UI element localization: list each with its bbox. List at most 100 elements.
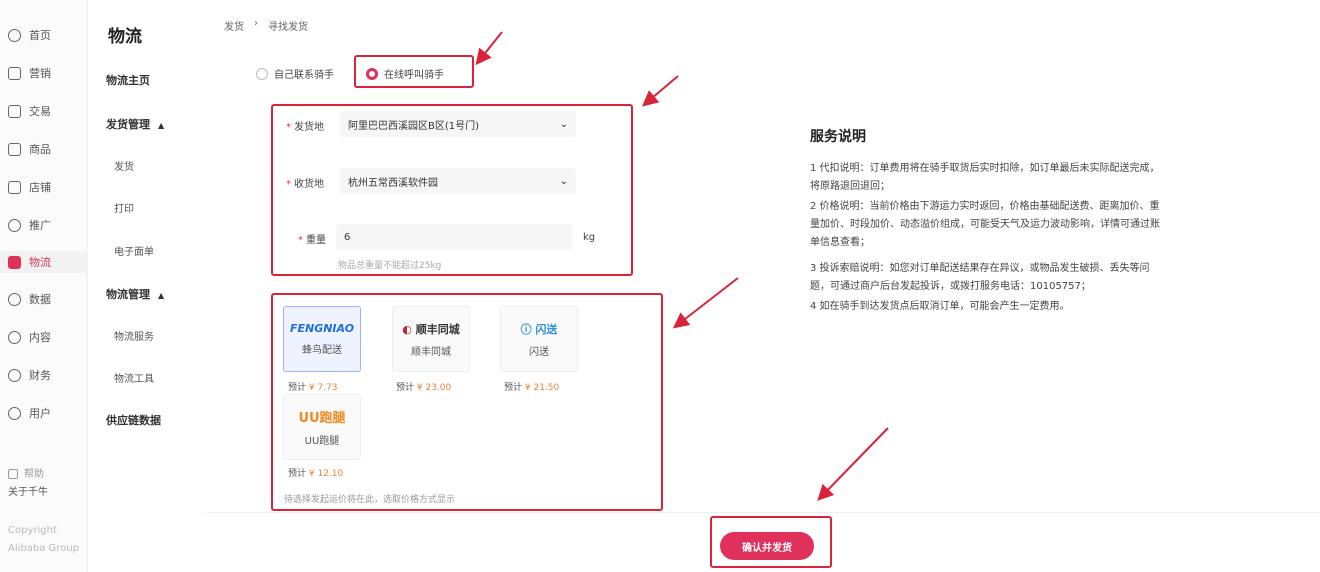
chevron-up-icon: ▲ bbox=[158, 291, 165, 300]
breadcrumb-separator: › bbox=[254, 18, 258, 29]
content-icon bbox=[8, 330, 21, 344]
nav2-supply-chain[interactable]: 供应链数据 bbox=[106, 412, 161, 428]
finance-icon bbox=[8, 368, 21, 382]
chevron-down-icon: ⌄ bbox=[559, 118, 568, 130]
nav2-logistics-home[interactable]: 物流主页 bbox=[106, 72, 150, 88]
primary-nav: 首页 营销 交易 商品 店铺 推广 物流 数据 内容 财务 用户 帮助 关于千牛… bbox=[0, 0, 88, 572]
courier-card-fengniao[interactable]: FENGNIAO 蜂鸟配送 bbox=[283, 306, 361, 372]
nav-item-user[interactable]: 用户 bbox=[8, 402, 84, 424]
nav-label: 物流 bbox=[29, 256, 51, 269]
nav-label: 首页 bbox=[29, 29, 51, 42]
service-line: 题，可通过商户后台发起投诉，或拨打服务电话：10105757； bbox=[810, 281, 1091, 292]
service-line: 4 如在骑手到达发货点后取消订单，可能会产生一定费用。 bbox=[810, 301, 1070, 312]
to-address-value: 杭州五常西溪软件园 bbox=[348, 177, 438, 189]
help-link[interactable]: 帮助 bbox=[8, 468, 44, 482]
promo-icon bbox=[8, 218, 21, 232]
from-address-select[interactable]: 阿里巴巴西溪园区B区(1号门) ⌄ bbox=[340, 111, 576, 137]
nav-item-home[interactable]: 首页 bbox=[8, 24, 84, 46]
confirm-ship-button[interactable]: 确认并发货 bbox=[720, 532, 814, 560]
breadcrumb: 发货 › 寻找发货 bbox=[224, 18, 308, 33]
nav2-print[interactable]: 打印 bbox=[114, 200, 134, 215]
courier-name: UU跑腿 bbox=[304, 436, 340, 447]
courier-name: 顺丰同城 bbox=[411, 346, 451, 358]
order-icon bbox=[8, 104, 21, 118]
breadcrumb-root[interactable]: 发货 bbox=[224, 18, 244, 33]
courier-card-sf[interactable]: ◐ 顺丰同城 顺丰同城 bbox=[392, 306, 470, 372]
nav-item-data[interactable]: 数据 bbox=[8, 288, 84, 310]
weight-hint: 物品总重量不能超过25kg bbox=[338, 261, 442, 271]
nav2-logistics-group[interactable]: 物流管理 ▲ bbox=[106, 286, 164, 302]
about-link[interactable]: 关于千牛 bbox=[8, 486, 48, 500]
service-line: 1 代扣说明：订单费用将在骑手取货后实时扣除，如订单最后未实际配送完成， bbox=[810, 163, 1160, 174]
data-icon bbox=[8, 292, 21, 306]
nav2-title: 物流 bbox=[108, 27, 142, 47]
nav-label: 店铺 bbox=[29, 181, 51, 194]
goods-icon bbox=[8, 142, 21, 156]
nav-item-goods[interactable]: 商品 bbox=[8, 138, 84, 160]
secondary-nav: 物流 物流主页 发货管理 ▲ 发货 打印 电子面单 物流管理 ▲ 物流服务 物流工具… bbox=[88, 0, 206, 572]
radio-selected-icon bbox=[366, 67, 378, 80]
nav2-e-sheet[interactable]: 电子面单 bbox=[114, 243, 154, 258]
weight-unit: kg bbox=[583, 232, 596, 243]
uu-logo: UU跑腿 bbox=[298, 411, 346, 426]
truck-icon bbox=[8, 255, 21, 269]
radio-icon bbox=[256, 67, 268, 80]
service-line: 将原路退回退回； bbox=[810, 181, 890, 192]
nav2-logistics-tools[interactable]: 物流工具 bbox=[114, 370, 154, 385]
nav2-logistics-service[interactable]: 物流服务 bbox=[114, 328, 154, 343]
from-address-value: 阿里巴巴西溪园区B区(1号门) bbox=[348, 120, 480, 132]
chevron-up-icon: ▲ bbox=[158, 121, 165, 130]
courier-price: 预计 ¥ 7.73 bbox=[288, 383, 338, 393]
radio-online-call[interactable]: 在线呼叫骑手 bbox=[366, 66, 444, 81]
from-label: * 发货地 bbox=[286, 122, 324, 133]
nav-item-store[interactable]: 店铺 bbox=[8, 176, 84, 198]
nav-label: 用户 bbox=[29, 407, 51, 420]
courier-name: 闪送 bbox=[529, 346, 549, 358]
nav-item-content[interactable]: 内容 bbox=[8, 326, 84, 348]
radio-self-contact[interactable]: 自己联系骑手 bbox=[256, 66, 334, 81]
service-title: 服务说明 bbox=[810, 129, 866, 145]
nav-item-logistics[interactable]: 物流 bbox=[0, 251, 88, 273]
nav-label: 数据 bbox=[29, 293, 51, 306]
service-line: 3 投诉索赔说明：如您对订单配送结果存在异议，或物品发生破损、丢失等问 bbox=[810, 263, 1150, 274]
nav-item-promo[interactable]: 推广 bbox=[8, 214, 84, 236]
nav2-ship[interactable]: 发货 bbox=[114, 158, 134, 173]
nav-label: 商品 bbox=[29, 143, 51, 156]
service-line: 量加价、时段加价、动态溢价组成，可能受天气及运力波动影响，详情可通过账 bbox=[810, 219, 1160, 230]
nav-label: 交易 bbox=[29, 105, 51, 118]
main-content: 发货 › 寻找发货 自己联系骑手 在线呼叫骑手 * 发货地 阿里巴巴西溪园区B区(… bbox=[206, 0, 1320, 572]
radio-label: 自己联系骑手 bbox=[274, 70, 334, 81]
sf-logo: ◐ 顺丰同城 bbox=[402, 322, 460, 336]
weight-input[interactable]: 6 bbox=[336, 224, 572, 250]
weight-label: * 重量 bbox=[298, 235, 326, 246]
nav-item-marketing[interactable]: 营销 bbox=[8, 62, 84, 84]
nav-label: 营销 bbox=[29, 67, 51, 80]
nav-item-finance[interactable]: 财务 bbox=[8, 364, 84, 386]
nav2-group-label: 物流管理 bbox=[106, 288, 150, 301]
to-label: * 收货地 bbox=[286, 179, 324, 190]
chevron-down-icon: ⌄ bbox=[559, 175, 568, 187]
service-line: 2 价格说明：当前价格由下游运力实时返回，价格由基础配送费、距离加价、重 bbox=[810, 201, 1160, 212]
copyright-line2: Alibaba Group bbox=[8, 543, 79, 554]
copyright-line1: Copyright bbox=[8, 525, 57, 536]
help-icon bbox=[8, 469, 18, 479]
chat-icon bbox=[8, 66, 21, 80]
nav-item-trade[interactable]: 交易 bbox=[8, 100, 84, 122]
courier-card-shansong[interactable]: ⓘ 闪送 闪送 bbox=[500, 306, 578, 372]
courier-note: 待选择发起运价将在此，选取价格方式显示 bbox=[284, 495, 456, 505]
store-icon bbox=[8, 180, 21, 194]
to-address-select[interactable]: 杭州五常西溪软件园 ⌄ bbox=[340, 168, 576, 194]
courier-card-uu[interactable]: UU跑腿 UU跑腿 bbox=[283, 394, 361, 460]
radio-label: 在线呼叫骑手 bbox=[384, 70, 444, 81]
nav-label: 推广 bbox=[29, 219, 51, 232]
user-icon bbox=[8, 406, 21, 420]
courier-name: 蜂鸟配送 bbox=[302, 345, 342, 356]
nav-label: 内容 bbox=[29, 331, 51, 344]
fengniao-logo: FENGNIAO bbox=[289, 322, 355, 335]
nav2-shipping-group[interactable]: 发货管理 ▲ bbox=[106, 116, 164, 132]
home-icon bbox=[8, 28, 21, 42]
footer-divider bbox=[206, 512, 1320, 513]
courier-price: 预计 ¥ 23.00 bbox=[396, 383, 452, 393]
help-label: 帮助 bbox=[24, 469, 44, 480]
breadcrumb-current: 寻找发货 bbox=[268, 22, 308, 33]
